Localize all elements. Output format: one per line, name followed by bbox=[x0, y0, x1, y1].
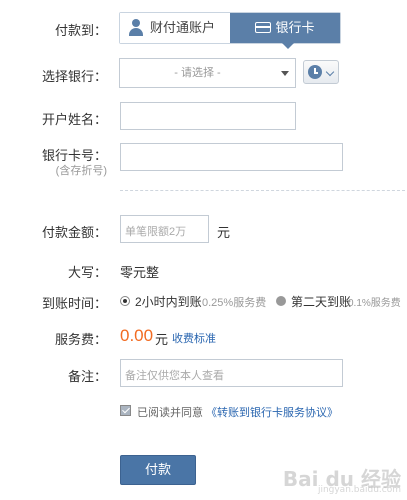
pay-button[interactable]: 付款 bbox=[120, 455, 196, 485]
bank-history-button[interactable] bbox=[303, 60, 339, 84]
pay-to-tabs: 财付通账户 银行卡 bbox=[119, 12, 341, 49]
arrival-radio-next-day[interactable] bbox=[276, 296, 286, 306]
clock-icon bbox=[308, 65, 322, 79]
arrival-option-2h-fee: 0.25%服务费 bbox=[202, 297, 267, 309]
memo-input[interactable]: 备注仅供您本人查看 bbox=[120, 359, 343, 387]
agreement-text: 已阅读并同意 bbox=[137, 407, 203, 419]
section-divider bbox=[120, 190, 405, 191]
memo-placeholder: 备注仅供您本人查看 bbox=[125, 370, 224, 382]
upper-amount-label: 大写： bbox=[67, 265, 107, 280]
amount-label: 付款金额： bbox=[41, 225, 107, 240]
memo-label: 备注： bbox=[67, 369, 107, 384]
chevron-down-icon bbox=[275, 59, 295, 87]
amount-input[interactable]: 单笔限额2万 bbox=[120, 215, 209, 243]
fee-standard-link[interactable]: 收费标准 bbox=[172, 330, 216, 346]
person-icon bbox=[128, 19, 144, 37]
arrival-option-next-day-label[interactable]: 第二天到账 bbox=[291, 293, 351, 310]
tab-tenpay-account[interactable]: 财付通账户 bbox=[120, 13, 230, 43]
card-number-input[interactable] bbox=[120, 143, 343, 171]
account-name-label: 开户姓名： bbox=[41, 112, 107, 127]
service-fee-unit: 元 bbox=[155, 332, 169, 347]
arrival-radio-2h[interactable] bbox=[120, 296, 130, 306]
arrival-option-2h-label[interactable]: 2小时内到账 bbox=[135, 293, 202, 310]
pay-to-label: 付款到： bbox=[54, 23, 107, 38]
bank-select[interactable]: - 请选择 - bbox=[119, 58, 296, 88]
service-fee-amount: 0.00 bbox=[120, 326, 154, 345]
arrival-time-label: 到账时间： bbox=[41, 296, 107, 311]
arrival-option-next-day-fee: 0.1%服务费 bbox=[348, 298, 401, 309]
account-name-input[interactable] bbox=[120, 102, 296, 130]
card-number-sublabel: (含存折号) bbox=[55, 165, 107, 177]
service-fee-label: 服务费： bbox=[54, 332, 107, 347]
agreement-link[interactable]: 《转账到银行卡服务协议》 bbox=[206, 404, 338, 420]
tab-tenpay-label: 财付通账户 bbox=[150, 20, 216, 35]
card-icon bbox=[255, 22, 272, 33]
active-tab-pointer bbox=[282, 43, 294, 49]
baidu-watermark: Bai du 经验 jingyan.baidu.com bbox=[283, 463, 401, 495]
tab-bank-card[interactable]: 银行卡 bbox=[230, 13, 340, 49]
watermark-sub: jingyan.baidu.com bbox=[317, 485, 401, 495]
agreement-checkbox[interactable] bbox=[120, 405, 131, 416]
bank-label: 选择银行： bbox=[41, 69, 107, 84]
amount-placeholder: 单笔限额2万 bbox=[125, 226, 187, 238]
bank-select-placeholder: - 请选择 - bbox=[174, 67, 221, 79]
tab-bank-card-label: 银行卡 bbox=[275, 20, 315, 35]
chevron-down-icon bbox=[325, 67, 335, 77]
upper-amount-value: 零元整 bbox=[120, 265, 160, 280]
amount-unit: 元 bbox=[217, 225, 231, 240]
